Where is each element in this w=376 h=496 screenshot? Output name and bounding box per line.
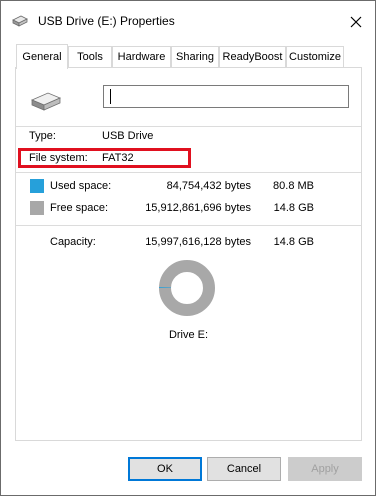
free-space-swatch: [30, 201, 44, 215]
usb-drive-large-icon: [30, 92, 62, 111]
free-space-size: 14.8 GB: [273, 202, 314, 214]
cancel-button[interactable]: Cancel: [207, 457, 281, 481]
volume-name-input[interactable]: [103, 85, 349, 108]
filesystem-label: File system:: [29, 152, 88, 164]
usb-drive-icon: [12, 15, 28, 27]
separator: [16, 172, 361, 173]
close-icon: [350, 16, 362, 28]
used-space-size: 80.8 MB: [273, 180, 314, 192]
type-label: Type:: [29, 130, 56, 142]
separator: [16, 126, 361, 127]
text-caret: [110, 89, 111, 104]
properties-dialog: USB Drive (E:) Properties General Tools …: [0, 0, 376, 496]
tab-readyboost[interactable]: ReadyBoost: [219, 46, 286, 68]
window-title: USB Drive (E:) Properties: [38, 14, 175, 28]
general-tab-panel: Type: USB Drive File system: FAT32 Used …: [15, 67, 362, 441]
tab-hardware[interactable]: Hardware: [112, 46, 171, 68]
drive-label: Drive E:: [168, 329, 209, 341]
tab-general[interactable]: General: [16, 44, 68, 69]
disk-usage-donut: [159, 260, 215, 316]
ok-button[interactable]: OK: [128, 457, 202, 481]
close-button[interactable]: [341, 9, 371, 35]
used-space-label: Used space:: [50, 180, 112, 192]
tab-sharing[interactable]: Sharing: [171, 46, 219, 68]
capacity-bytes: 15,997,616,128 bytes: [145, 236, 251, 248]
tab-customize[interactable]: Customize: [286, 46, 344, 68]
filesystem-value: FAT32: [102, 152, 134, 164]
capacity-size: 14.8 GB: [273, 236, 314, 248]
title-bar: USB Drive (E:) Properties: [1, 1, 375, 41]
used-space-bytes: 84,754,432 bytes: [166, 180, 251, 192]
separator: [16, 225, 361, 226]
free-space-bytes: 15,912,861,696 bytes: [145, 202, 251, 214]
apply-button[interactable]: Apply: [288, 457, 362, 481]
free-space-ring: [159, 260, 215, 316]
type-value: USB Drive: [102, 130, 154, 142]
used-space-swatch: [30, 179, 44, 193]
free-space-label: Free space:: [50, 202, 109, 214]
capacity-label: Capacity:: [50, 236, 96, 248]
tab-tools[interactable]: Tools: [68, 46, 112, 68]
